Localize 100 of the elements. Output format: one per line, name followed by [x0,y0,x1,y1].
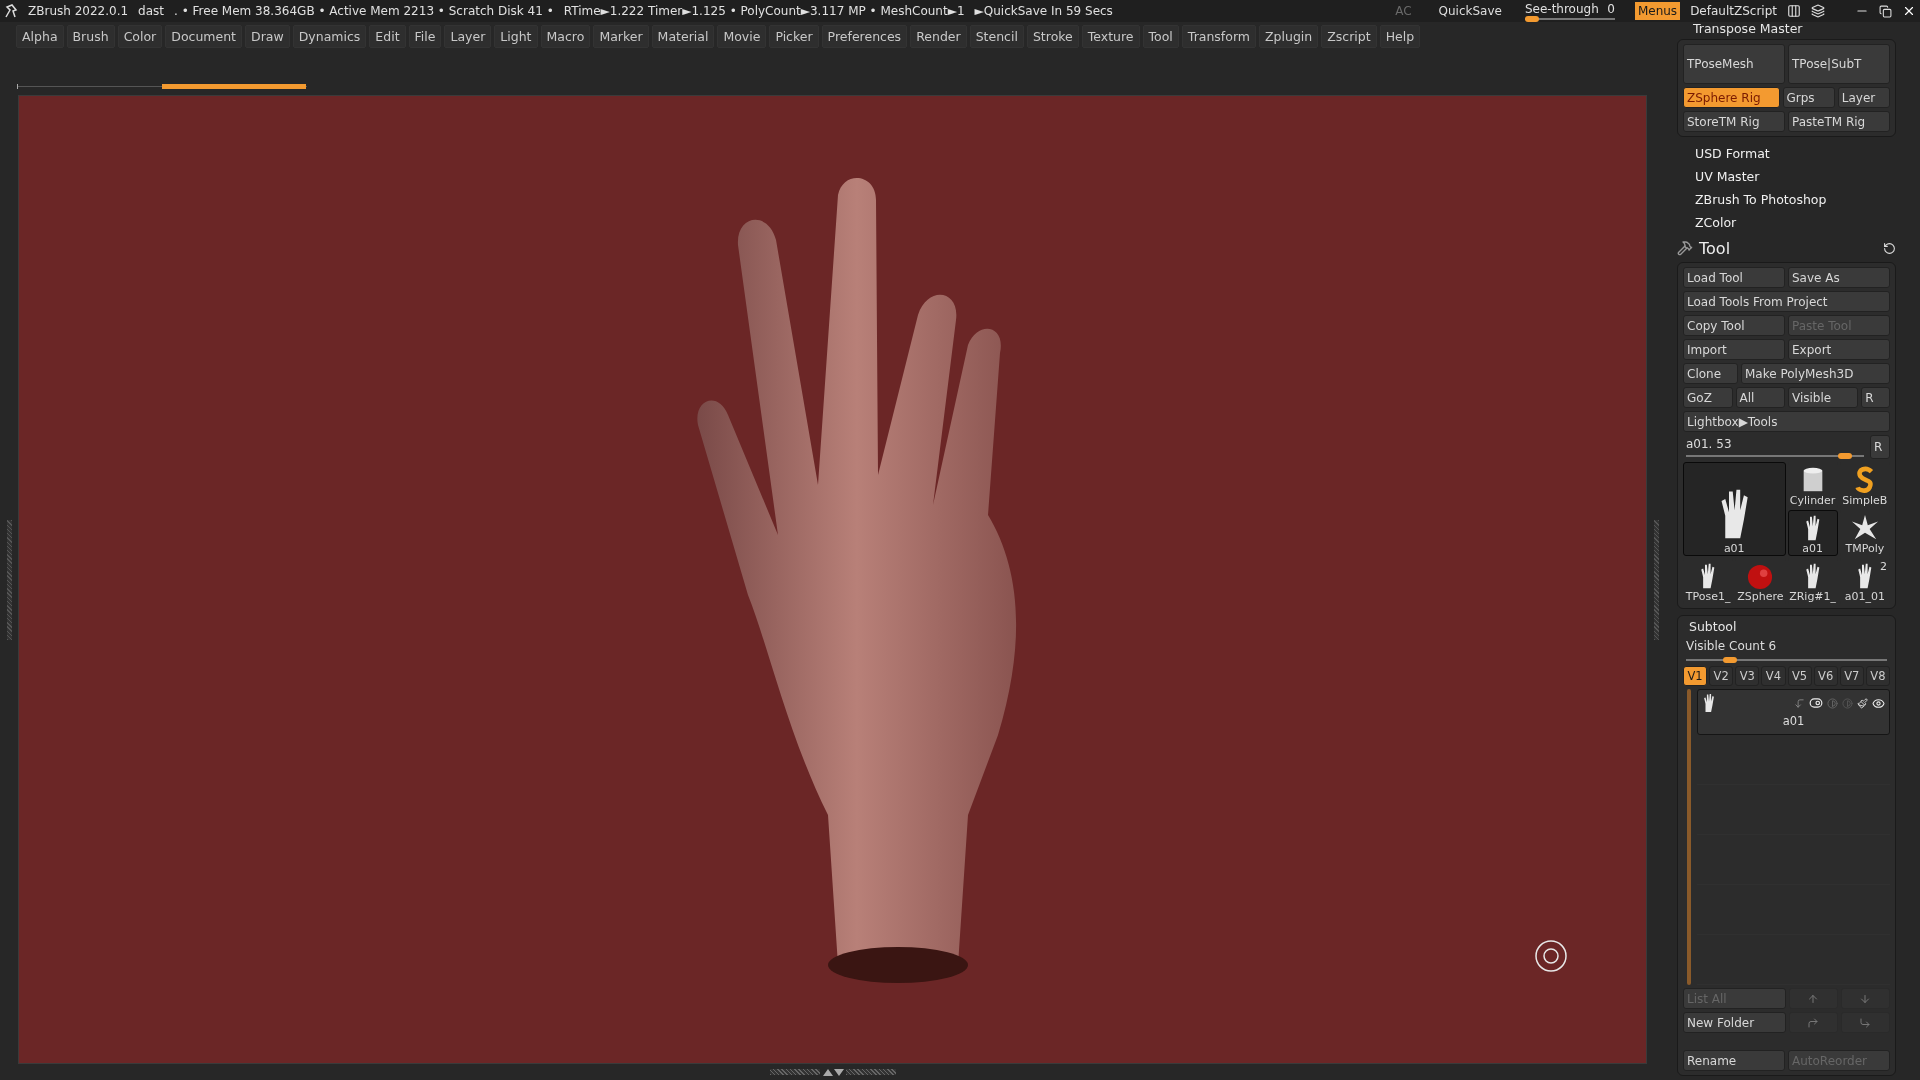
version-tab[interactable]: V5 [1787,666,1812,686]
tool-button[interactable]: GoZ [1683,387,1733,408]
status-text: . • Free Mem 38.364GB • Active Mem 2213 • Scratch Disk 41 • [174,4,554,18]
menu-item[interactable]: Document [165,25,243,48]
slider-thumb[interactable] [1837,453,1852,459]
thumbnail-label: TPose1_ [1685,590,1731,603]
tool-button[interactable]: ZSphere Rig [1683,87,1780,108]
menu-item[interactable]: Alpha [16,25,64,48]
tool-button[interactable]: All [1735,387,1785,408]
eye-icon[interactable] [1872,696,1885,710]
tool-button[interactable]: Lightbox▶Tools [1683,411,1890,432]
tool-button[interactable]: Import [1683,339,1785,360]
menu-item[interactable]: Help [1379,25,1421,48]
menu-item[interactable]: Macro [540,25,591,48]
tool-button[interactable]: Make PolyMesh3D [1741,363,1890,384]
thumbnail-label: ZSphere [1737,590,1784,603]
slider-thumb[interactable] [1524,16,1539,22]
version-tab[interactable]: V1 [1683,666,1708,686]
menu-item[interactable]: Tool [1142,25,1179,48]
script-name: DefaultZScript [1690,4,1777,18]
menu-item[interactable]: Light [494,25,538,48]
plugin-item[interactable]: UV Master [1695,165,1896,188]
thumbnail-label: a01_01 [1844,590,1885,603]
reset-button[interactable]: R [1870,435,1890,459]
tool-button[interactable]: Save As [1788,267,1890,288]
menu-item[interactable]: Color [117,25,163,48]
quicksave-button[interactable]: QuickSave [1435,2,1505,20]
tool-button[interactable]: Load Tool [1683,267,1785,288]
version-tab[interactable]: V8 [1865,666,1890,686]
menu-item[interactable]: Texture [1081,25,1140,48]
menu-item[interactable]: Zscript [1321,25,1377,48]
tool-thumbnail[interactable]: a01 [1683,462,1786,556]
merge-icon[interactable] [1794,697,1805,709]
menu-item[interactable]: Material [651,25,715,48]
menu-item[interactable]: Stroke [1026,25,1079,48]
close-icon[interactable] [1902,4,1916,18]
thumbnail-label: a01 [1802,542,1823,555]
thumbnail-label: ZRig#1_ [1789,590,1837,603]
tool-button[interactable]: Export [1788,339,1890,360]
tool-button[interactable]: R [1861,387,1890,408]
toggle-icon[interactable] [1809,696,1823,710]
menu-item[interactable]: Zplugin [1259,25,1319,48]
see-through-value: 0 [1607,2,1615,16]
tool-button[interactable]: Copy Tool [1683,315,1785,336]
tool-button[interactable]: TPose|SubT [1788,44,1890,84]
see-through-label: See-through [1524,2,1599,16]
menu-item[interactable]: Transform [1181,25,1256,48]
menu-item[interactable]: Marker [593,25,649,48]
section-title: Transpose Master [1692,22,1804,36]
brush-icon[interactable] [1857,697,1868,709]
version-tab[interactable]: V7 [1839,666,1864,686]
rename-button[interactable]: Rename [1683,1050,1785,1071]
version-tab[interactable]: V6 [1813,666,1838,686]
version-tab[interactable]: V3 [1735,666,1760,686]
tool-button[interactable]: Clone [1683,363,1738,384]
columns-icon[interactable] [1787,4,1801,18]
sphere-icon [1747,564,1774,590]
tool-thumbnail[interactable]: a01 [1787,510,1838,556]
menu-item[interactable]: Movie [717,25,767,48]
thumbnail-label: Cylinder [1789,494,1836,507]
tool-button[interactable]: Grps [1782,87,1835,108]
arrow-up-icon [1807,992,1820,1005]
star-icon [1850,514,1879,542]
menu-item[interactable]: Edit [369,25,406,48]
slider-label: Visible Count 6 [1686,639,1778,653]
menu-item[interactable]: Preferences [821,25,908,48]
restore-icon[interactable] [1879,4,1892,18]
tool-button[interactable]: Load Tools From Project [1683,291,1890,312]
reset-icon[interactable] [1883,241,1896,255]
menu-item[interactable]: Dynamics [292,25,367,48]
menus-button[interactable]: Menus [1634,2,1681,20]
menu-item[interactable]: Render [910,25,967,48]
thumbnail-label: TMPoly [1845,542,1885,555]
menu-item[interactable]: Draw [245,25,290,48]
plugin-item[interactable]: USD Format [1695,142,1896,165]
version-tab[interactable]: V4 [1761,666,1786,686]
subtool-item[interactable]: a01 [1697,689,1890,735]
menu-item[interactable]: Picker [769,25,819,48]
layers-icon[interactable] [1811,4,1825,18]
thumbnail-label: SimpleB [1842,494,1888,507]
plugin-item[interactable]: ZBrush To Photoshop [1695,188,1896,211]
tool-button[interactable]: TPoseMesh [1683,44,1785,84]
tool-title: Tool [1699,238,1732,258]
menu-item[interactable]: File [408,25,442,48]
ac-label: AC [1395,4,1412,18]
menu-item[interactable]: Stencil [969,25,1024,48]
plugin-item[interactable]: ZColor [1695,211,1896,234]
hammer-icon [1677,240,1693,256]
new-folder-button[interactable]: New Folder [1683,1012,1786,1033]
thumbnail-label: a01 [1723,542,1745,555]
menu-item[interactable]: Layer [444,25,492,48]
slider-thumb[interactable] [1723,657,1738,663]
tool-button[interactable]: PasteTM Rig [1788,111,1890,132]
tool-button[interactable]: StoreTM Rig [1683,111,1785,132]
version-tab[interactable]: V2 [1709,666,1734,686]
tool-button[interactable]: Layer [1837,87,1890,108]
subtool-name: a01 [1781,714,1806,728]
menu-item[interactable]: Brush [66,25,115,48]
tool-button[interactable]: Visible [1788,387,1859,408]
logo-icon [4,4,18,18]
